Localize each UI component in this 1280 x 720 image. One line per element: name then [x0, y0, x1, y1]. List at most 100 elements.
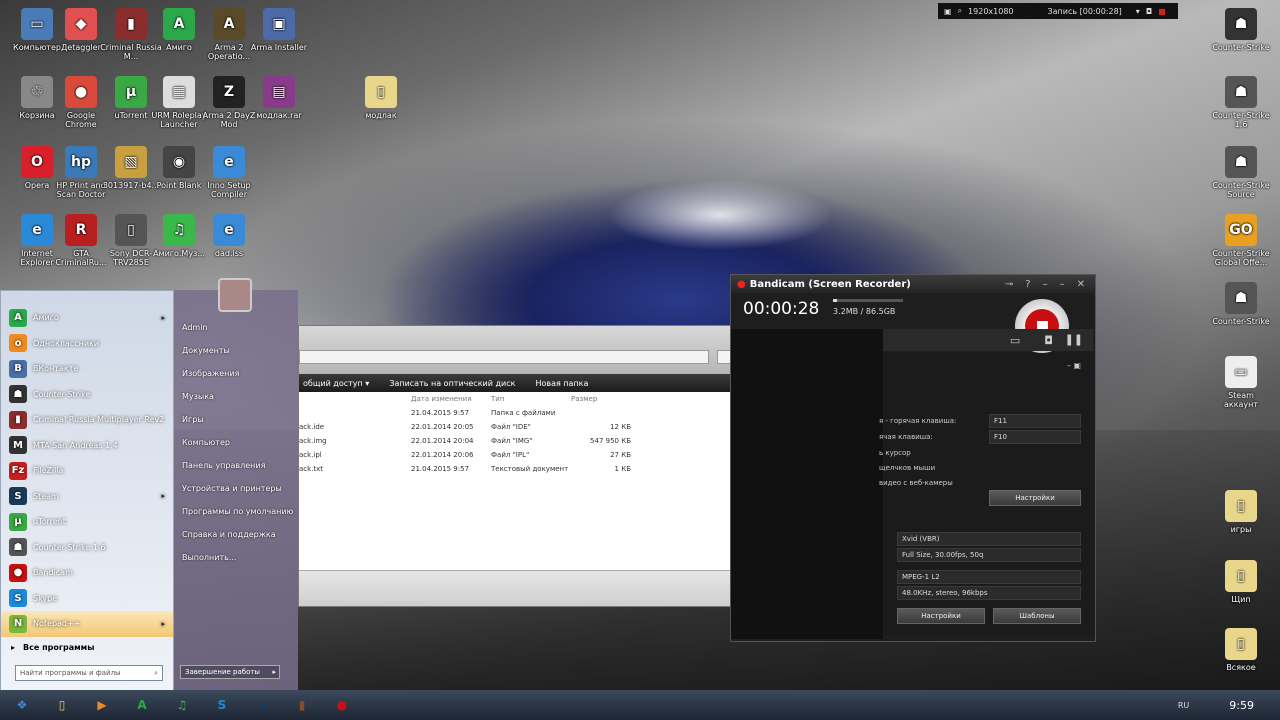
- camera-icon[interactable]: ◘: [1146, 7, 1152, 16]
- desktop-icon[interactable]: ☗ Counter-Strike Source: [1210, 146, 1272, 199]
- file-date: 22.01.2014 20:05: [411, 423, 474, 431]
- program-label: Амиго: [33, 313, 59, 323]
- start-place-item[interactable]: Документы: [174, 339, 298, 362]
- templates-button[interactable]: Шаблоны: [993, 608, 1081, 624]
- start-place-item[interactable]: Программы по умолчанию: [174, 500, 298, 523]
- hotkey1-field[interactable]: F11: [989, 414, 1081, 428]
- close-icon[interactable]: ✕: [1077, 279, 1085, 290]
- toolbar-new-folder[interactable]: Новая папка: [535, 379, 588, 388]
- desktop-icon[interactable]: ▯ Щип: [1210, 560, 1272, 604]
- desktop-icon[interactable]: GO Counter-Strike Global Offe...: [1210, 214, 1272, 267]
- pin-icon[interactable]: ⊸: [1005, 279, 1013, 290]
- start-place-item[interactable]: Игры: [174, 408, 298, 431]
- explorer-taskbar-icon[interactable]: ▯: [44, 691, 80, 719]
- dropdown-icon[interactable]: ▾: [1136, 7, 1140, 16]
- desktop-icon[interactable]: e Inno Setup Compiler: [198, 146, 260, 199]
- start-place-item[interactable]: Admin: [174, 316, 298, 339]
- start-menu-item[interactable]: A Амиго ▸: [1, 305, 173, 331]
- magnifier-icon[interactable]: ⌕: [958, 6, 962, 16]
- start-menu-item[interactable]: В ВКонтакте: [1, 356, 173, 382]
- desktop-icon[interactable]: e dad.iss: [198, 214, 260, 258]
- desktop-icon[interactable]: ▭ Steam аккаунт: [1210, 356, 1272, 409]
- game-taskbar-icon[interactable]: ▮: [284, 691, 320, 719]
- record-timer: 00:00:28: [743, 299, 820, 319]
- steam-taskbar-icon[interactable]: ◉: [244, 691, 280, 719]
- start-place-item[interactable]: Справка и поддержка: [174, 523, 298, 546]
- submenu-arrow-icon[interactable]: ▸: [161, 314, 165, 322]
- start-menu-item[interactable]: ☗ Counter-Strike: [1, 382, 173, 408]
- minimize-icon[interactable]: –: [1043, 279, 1048, 290]
- app-icon: ◆: [65, 8, 97, 40]
- language-indicator[interactable]: RU: [1178, 701, 1189, 710]
- desktop-icon[interactable]: ☗ Counter-Strike: [1210, 8, 1272, 52]
- start-search-input[interactable]: Найти программы и файлы ⌕: [15, 665, 163, 681]
- desktop-icon[interactable]: ▯ Всякое: [1210, 628, 1272, 672]
- hotkey1-label: я - горячая клавиша:: [879, 417, 957, 425]
- address-bar[interactable]: [299, 350, 709, 364]
- desktop-icon[interactable]: ▯ модлак: [350, 76, 412, 120]
- all-programs[interactable]: ▸ Все программы: [1, 639, 173, 655]
- tray-icon[interactable]: –: [1060, 279, 1065, 290]
- col-type[interactable]: Тип: [491, 395, 571, 403]
- start-menu-item[interactable]: S Skype: [1, 586, 173, 612]
- option-webcam[interactable]: видео с веб-камеры: [879, 479, 953, 487]
- bandicam-taskbar-icon[interactable]: ●: [324, 691, 360, 719]
- start-menu-item[interactable]: Fz FileZilla: [1, 458, 173, 484]
- music-taskbar-icon[interactable]: ♫: [164, 691, 200, 719]
- start-place-item[interactable]: Панель управления: [174, 454, 298, 477]
- col-date[interactable]: Дата изменения: [411, 395, 491, 403]
- start-menu-item[interactable]: M MTA San Andreas 1.4: [1, 433, 173, 459]
- pause-icon[interactable]: ❚❚: [1065, 333, 1083, 346]
- window-controls-icon[interactable]: – ▣: [1067, 361, 1081, 370]
- help-icon[interactable]: ?: [1025, 279, 1030, 290]
- desktop-icon[interactable]: ▤ модлак.rar: [248, 76, 310, 120]
- stop-icon[interactable]: ■: [1158, 7, 1166, 16]
- start-place-item[interactable]: Выполнить...: [174, 546, 298, 569]
- hotkey2-field[interactable]: F10: [989, 430, 1081, 444]
- screen-icon[interactable]: ▣: [944, 7, 952, 16]
- start-menu-item[interactable]: S Steam ▸: [1, 484, 173, 510]
- start-menu-item[interactable]: ☗ Counter-Strike 1.6: [1, 535, 173, 561]
- file-name: ack.ide: [299, 423, 325, 431]
- option-cursor[interactable]: ь курсор: [879, 449, 911, 457]
- toolbar-share[interactable]: общий доступ ▾: [303, 379, 369, 388]
- shutdown-arrow-icon[interactable]: ▸: [272, 668, 276, 676]
- submenu-arrow-icon[interactable]: ▸: [161, 620, 165, 628]
- file-icon: e: [213, 214, 245, 246]
- arma-icon: A: [213, 8, 245, 40]
- start-menu-item[interactable]: µ uTorrent: [1, 509, 173, 535]
- toolbar-burn[interactable]: Записать на оптический диск: [389, 379, 515, 388]
- program-label: Counter-Strike: [33, 389, 91, 399]
- start-place-item[interactable]: Изображения: [174, 362, 298, 385]
- media-player-taskbar-icon[interactable]: ▶: [84, 691, 120, 719]
- user-avatar[interactable]: [218, 278, 252, 312]
- start-place-item[interactable]: Компьютер: [174, 431, 298, 454]
- settings-button[interactable]: Настройки: [989, 490, 1081, 506]
- desktop-icon[interactable]: ☗ Counter-Strike 1.6: [1210, 76, 1272, 129]
- audio-codec: MPEG-1 L2: [897, 570, 1081, 584]
- desktop-icon-label: Всякое: [1226, 663, 1256, 672]
- amigo-taskbar-icon[interactable]: A: [124, 691, 160, 719]
- program-icon: A: [9, 308, 27, 327]
- start-menu-item[interactable]: ▮ Criminal Russia Multiplayer Rev2: [1, 407, 173, 433]
- audio-info: 48.0KHz, stereo, 96kbps: [897, 586, 1081, 600]
- start-place-item[interactable]: Музыка: [174, 385, 298, 408]
- shutdown-button[interactable]: Завершение работы ▸: [180, 665, 280, 679]
- folder-icon[interactable]: ▭: [1010, 334, 1020, 347]
- start-menu-item[interactable]: о Одноклассники: [1, 331, 173, 357]
- format-settings-button[interactable]: Настройки: [897, 608, 985, 624]
- start-orb-icon[interactable]: ❖: [4, 691, 40, 719]
- col-size[interactable]: Размер: [571, 395, 631, 403]
- start-place-item[interactable]: Устройства и принтеры: [174, 477, 298, 500]
- program-icon: S: [9, 589, 27, 608]
- camera-icon[interactable]: ◘: [1044, 334, 1053, 347]
- clock[interactable]: 9:59: [1229, 699, 1254, 712]
- submenu-arrow-icon[interactable]: ▸: [161, 492, 165, 500]
- desktop-icon[interactable]: ▯ игры: [1210, 490, 1272, 534]
- desktop-icon[interactable]: ▣ Arma Installer: [248, 8, 310, 52]
- start-menu-item[interactable]: ● Bandicam: [1, 560, 173, 586]
- skype-taskbar-icon[interactable]: S: [204, 691, 240, 719]
- start-menu-item[interactable]: N Notepad++ ▸: [1, 611, 173, 637]
- desktop-icon[interactable]: ☗ Counter-Strike: [1210, 282, 1272, 326]
- option-clicks[interactable]: щелчков мыши: [879, 464, 935, 472]
